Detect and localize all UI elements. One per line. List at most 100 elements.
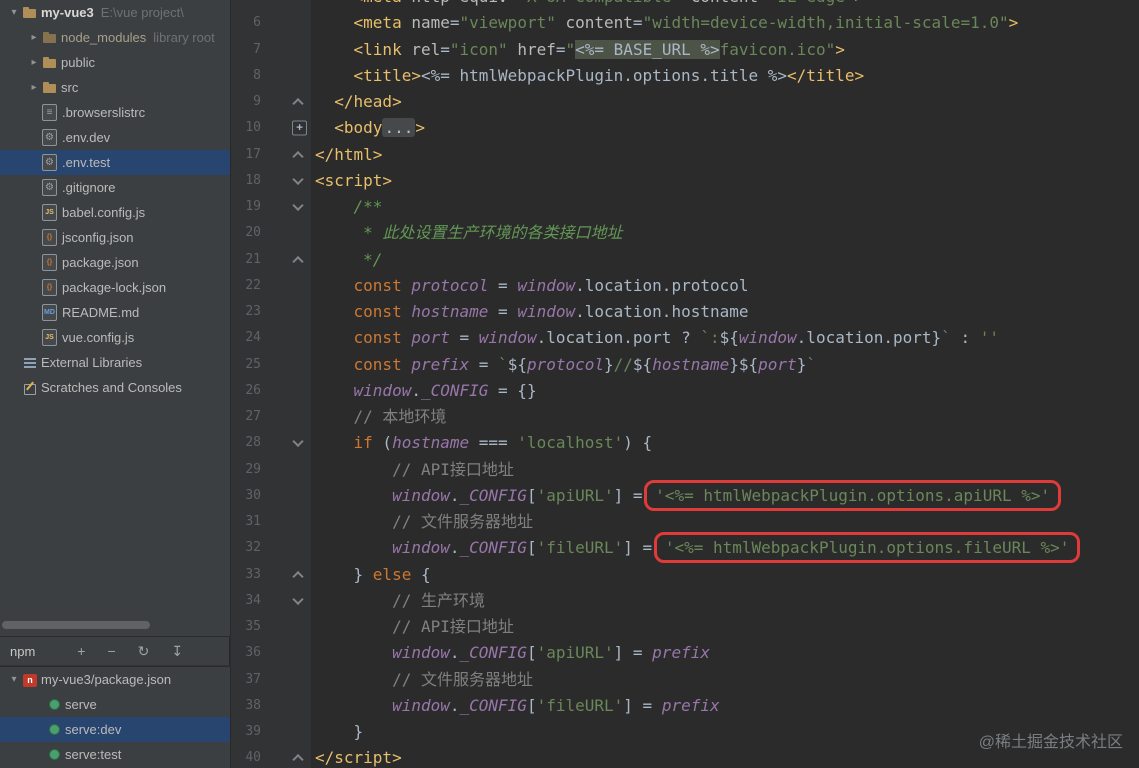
line-number[interactable]: 25 [231, 352, 261, 378]
line-number[interactable]: 28 [231, 430, 261, 456]
code-line[interactable]: 36 window._CONFIG['apiURL'] = prefix [231, 640, 1139, 667]
tree-item-env-test[interactable]: ⚙ .env.test [0, 150, 230, 175]
code-line[interactable]: 7 <link rel="icon" href="<%= BASE_URL %>… [231, 36, 1139, 63]
add-icon[interactable]: + [77, 644, 85, 658]
line-number[interactable]: 34 [231, 588, 261, 614]
code-line[interactable]: 8 <title><%= htmlWebpackPlugin.options.t… [231, 62, 1139, 89]
code-line[interactable]: 38 window._CONFIG['fileURL'] = prefix [231, 692, 1139, 719]
horizontal-scrollbar[interactable] [2, 621, 150, 629]
tree-item-public[interactable]: ▸ public [0, 50, 230, 75]
fold-up-icon[interactable] [292, 150, 304, 162]
tree-item-vue-config-js[interactable]: JS vue.config.js [0, 325, 230, 350]
code-line[interactable]: 23 const hostname = window.location.host… [231, 299, 1139, 326]
line-number[interactable]: 40 [231, 745, 261, 768]
tree-item-scratches-and-consoles[interactable]: Scratches and Consoles [0, 375, 230, 400]
line-number[interactable]: 21 [231, 247, 261, 273]
line-number[interactable]: 26 [231, 378, 261, 404]
code-line[interactable]: 37 // 文件服务器地址 [231, 666, 1139, 693]
code-line[interactable]: 25 const prefix = `${protocol}//${hostna… [231, 351, 1139, 378]
code-line[interactable]: 35 // API接口地址 [231, 614, 1139, 641]
code-line[interactable]: 21 */ [231, 246, 1139, 273]
line-number[interactable]: 38 [231, 693, 261, 719]
line-number[interactable]: 27 [231, 404, 261, 430]
tree-item-node-modules[interactable]: ▸ node_modules library root [0, 25, 230, 50]
line-number[interactable]: 8 [231, 63, 261, 89]
tree-item-package-lock-json[interactable]: {} package-lock.json [0, 275, 230, 300]
fold-down-icon[interactable] [292, 173, 304, 185]
tree-item-gitignore[interactable]: ⚙ .gitignore [0, 175, 230, 200]
line-number[interactable]: 18 [231, 168, 261, 194]
line-number[interactable]: 31 [231, 509, 261, 535]
code-text: if (hostname === 'localhost') { [353, 433, 653, 453]
code-line[interactable]: 32 window._CONFIG['fileURL'] = '<%= html… [231, 532, 1139, 564]
line-number[interactable]: 33 [231, 562, 261, 588]
line-number[interactable]: 17 [231, 142, 261, 168]
code-line[interactable]: 17 </html> [231, 141, 1139, 168]
line-number[interactable]: 10 [231, 115, 261, 141]
code-line[interactable]: 30 window._CONFIG['apiURL'] = '<%= htmlW… [231, 479, 1139, 511]
code-line[interactable]: 24 const port = window.location.port ? `… [231, 325, 1139, 352]
code-line[interactable]: 33 } else { [231, 561, 1139, 588]
tree-item-package-json[interactable]: {} package.json [0, 250, 230, 275]
line-number[interactable]: 5 [231, 0, 261, 10]
line-number[interactable]: 7 [231, 37, 261, 63]
code-line[interactable]: 22 const protocol = window.location.prot… [231, 272, 1139, 299]
code-line[interactable]: 6 <meta name="viewport" content="width=d… [231, 10, 1139, 37]
line-number[interactable]: 9 [231, 89, 261, 115]
code-line[interactable]: 18 <script> [231, 167, 1139, 194]
line-number[interactable]: 19 [231, 194, 261, 220]
code-line[interactable]: 26 window._CONFIG = {} [231, 377, 1139, 404]
fold-down-icon[interactable] [292, 593, 304, 605]
code-line[interactable]: 20 * 此处设置生产环境的各类接口地址 [231, 220, 1139, 247]
tree-item-serve-test[interactable]: serve:test [0, 742, 230, 767]
line-number[interactable]: 30 [231, 483, 261, 509]
tree-item-babel-config-js[interactable]: JS babel.config.js [0, 200, 230, 225]
line-number[interactable]: 35 [231, 614, 261, 640]
fold-up-icon[interactable] [292, 570, 304, 582]
line-number[interactable]: 20 [231, 220, 261, 246]
chevron-right-icon[interactable]: ▸ [26, 32, 42, 43]
fold-up-icon[interactable] [292, 754, 304, 766]
code-line[interactable]: 19 /** [231, 194, 1139, 221]
tree-item-env-dev[interactable]: ⚙ .env.dev [0, 125, 230, 150]
collapse-icon[interactable]: ↧ [171, 644, 183, 658]
tree-item-serve[interactable]: serve [0, 692, 230, 717]
line-number[interactable]: 23 [231, 299, 261, 325]
line-number[interactable]: 32 [231, 535, 261, 561]
tree-item-serve-dev[interactable]: serve:dev [0, 717, 230, 742]
folded-region-icon[interactable]: + [292, 120, 307, 136]
line-number[interactable]: 36 [231, 640, 261, 666]
line-number[interactable]: 6 [231, 10, 261, 36]
code-line[interactable]: 29 // API接口地址 [231, 456, 1139, 483]
tree-item-browserslistrc[interactable]: ≡ .browserslistrc [0, 100, 230, 125]
chevron-down-icon[interactable]: ▾ [6, 7, 22, 18]
line-number[interactable]: 39 [231, 719, 261, 745]
refresh-icon[interactable]: ↻ [138, 644, 150, 658]
tree-item-my-vue3-package-json[interactable]: ▾ n my-vue3/package.json [0, 667, 230, 692]
tree-item-my-vue3[interactable]: ▾ my-vue3 E:\vue project\ [0, 0, 230, 25]
tree-item-label: External Libraries [41, 355, 143, 370]
line-number[interactable]: 37 [231, 667, 261, 693]
code-editor[interactable]: 5 <meta http-equiv="X-UA-Compatible" con… [231, 0, 1139, 768]
chevron-right-icon[interactable]: ▸ [26, 82, 42, 93]
fold-down-icon[interactable] [292, 199, 304, 212]
code-line[interactable]: 10 + <body... > [231, 115, 1139, 142]
tree-item-readme-md[interactable]: MD README.md [0, 300, 230, 325]
fold-up-icon[interactable] [292, 98, 304, 110]
chevron-down-icon[interactable]: ▾ [6, 674, 22, 685]
chevron-right-icon[interactable]: ▸ [26, 57, 42, 68]
code-line[interactable]: 5 <meta http-equiv="X-UA-Compatible" con… [231, 0, 1139, 11]
code-line[interactable]: 27 // 本地环境 [231, 404, 1139, 431]
tree-item-jsconfig-json[interactable]: {} jsconfig.json [0, 225, 230, 250]
fold-up-icon[interactable] [292, 255, 304, 267]
remove-icon[interactable]: − [107, 644, 115, 658]
code-line[interactable]: 34 // 生产环境 [231, 587, 1139, 614]
tree-item-src[interactable]: ▸ src [0, 75, 230, 100]
fold-down-icon[interactable] [292, 436, 304, 448]
line-number[interactable]: 29 [231, 457, 261, 483]
line-number[interactable]: 22 [231, 273, 261, 299]
tree-item-external-libraries[interactable]: External Libraries [0, 350, 230, 375]
code-line[interactable]: 28 if (hostname === 'localhost') { [231, 430, 1139, 457]
line-number[interactable]: 24 [231, 325, 261, 351]
code-line[interactable]: 9 </head> [231, 89, 1139, 116]
